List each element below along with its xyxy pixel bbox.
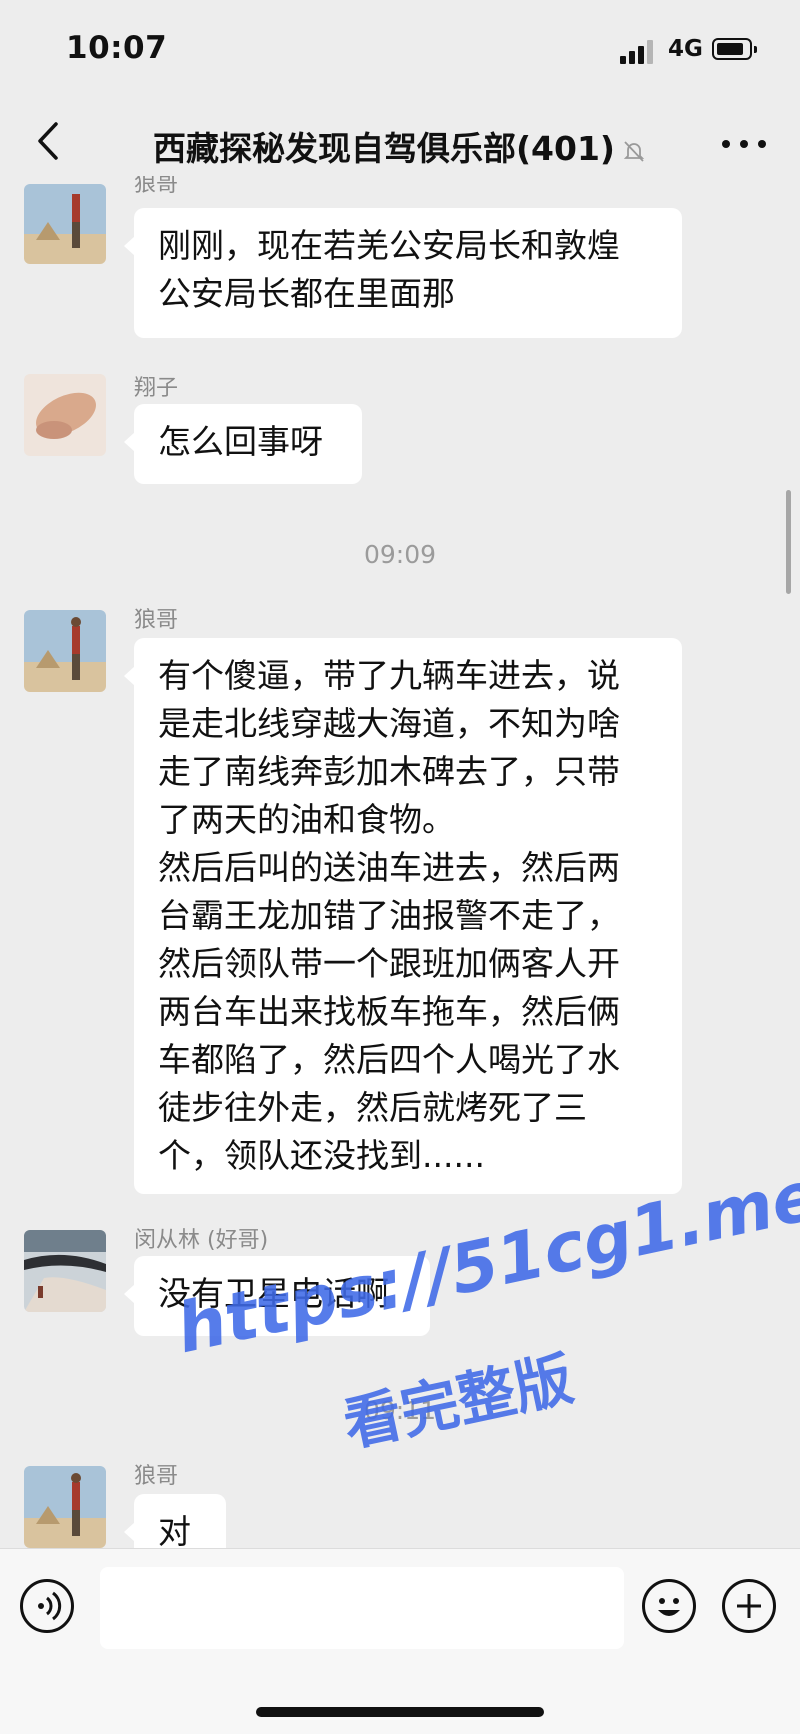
avatar-minconglin[interactable]	[24, 1230, 106, 1312]
avatar-langge[interactable]	[24, 1466, 106, 1548]
chat-title: 西藏探秘发现自驾俱乐部(401)	[152, 129, 616, 168]
message-bubble[interactable]: 怎么回事呀	[124, 404, 362, 484]
chat-title-container: 西藏探秘发现自驾俱乐部(401)	[0, 122, 800, 170]
signal-icon	[620, 40, 656, 64]
scrollbar[interactable]	[786, 490, 791, 594]
desert-photo-icon	[24, 1466, 106, 1548]
network-label: 4G	[668, 36, 703, 62]
avatar-xiangzi[interactable]	[24, 374, 106, 456]
plus-icon[interactable]	[722, 1579, 776, 1633]
avatar-langge[interactable]	[24, 184, 106, 264]
sender-name: 狼哥	[134, 176, 179, 197]
emoji-icon[interactable]	[642, 1579, 696, 1633]
battery-icon	[712, 38, 757, 60]
sender-name: 翔子	[134, 376, 179, 401]
home-indicator[interactable]	[256, 1707, 544, 1717]
desert-photo-icon	[24, 610, 106, 692]
sender-name: 狼哥	[134, 1464, 179, 1489]
desert-photo-icon	[24, 184, 106, 264]
status-bar: 10:07 4G	[0, 0, 800, 100]
avatar-langge[interactable]	[24, 610, 106, 692]
timestamp: 09:09	[363, 540, 437, 569]
hand-photo-icon	[24, 374, 106, 456]
input-bar	[0, 1548, 800, 1734]
sender-name: 狼哥	[134, 608, 179, 633]
message-bubble[interactable]: 刚刚，现在若羌公安局长和敦煌 公安局长都在里面那	[124, 208, 682, 338]
voice-icon[interactable]	[20, 1579, 74, 1633]
more-icon[interactable]	[720, 130, 770, 154]
message-input[interactable]	[100, 1567, 624, 1649]
sender-name: 闵从林 (好哥)	[134, 1228, 269, 1253]
landscape-photo-icon	[24, 1230, 106, 1312]
watermark-caption: 看完整版	[337, 1344, 579, 1460]
mute-bell-icon	[623, 140, 645, 162]
status-time: 10:07	[66, 30, 168, 66]
chat-header: 西藏探秘发现自驾俱乐部(401)	[0, 100, 800, 184]
message-bubble[interactable]: 有个傻逼，带了九辆车进去，说 是走北线穿越大海道，不知为啥 走了南线奔彭加木碑去…	[124, 638, 682, 1194]
